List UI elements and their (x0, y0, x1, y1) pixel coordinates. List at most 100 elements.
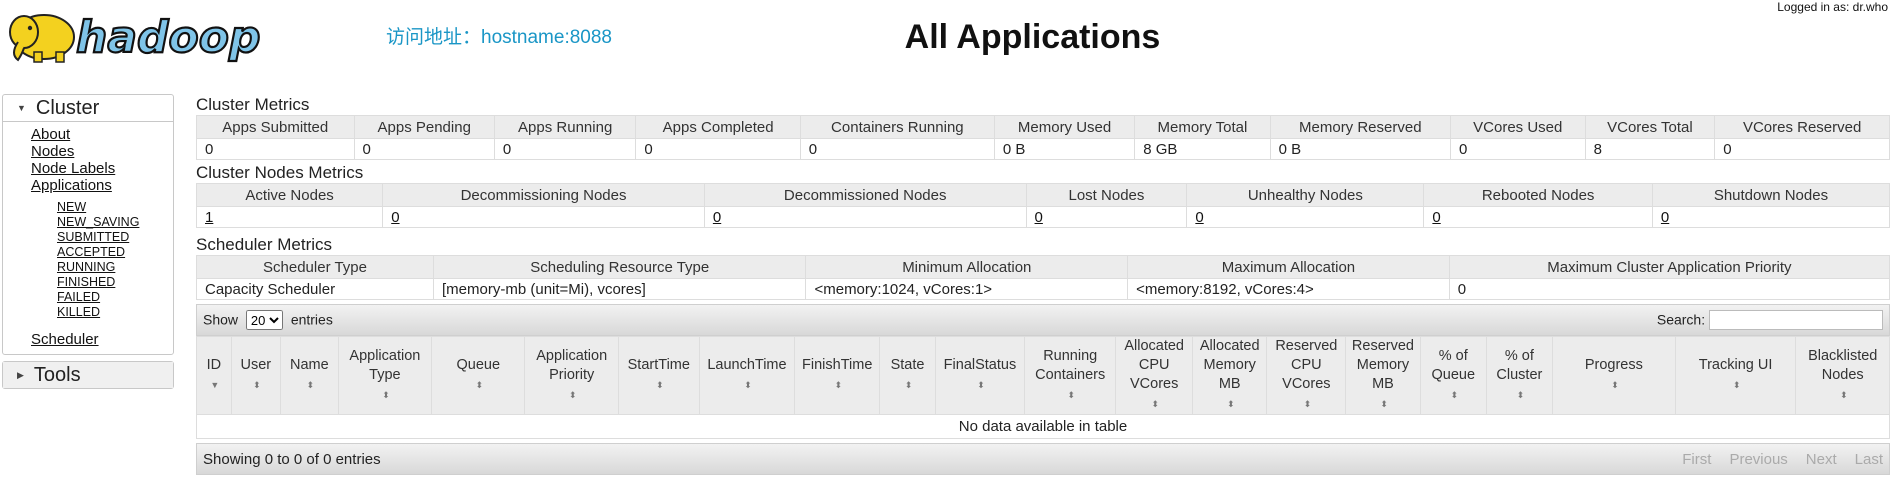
column-header-label: Containers (1035, 366, 1106, 383)
nav-state-running[interactable]: RUNNING (57, 260, 173, 275)
column-header[interactable]: Queue ⬍ (431, 336, 526, 415)
nav-state-accepted[interactable]: ACCEPTED (57, 245, 173, 260)
sort-icon[interactable]: ⬍ (253, 376, 261, 395)
nodes_metrics-value-link[interactable]: 0 (1035, 209, 1043, 226)
column-header-label: % of (1438, 347, 1468, 364)
column-header[interactable]: Progress ⬍ (1551, 336, 1676, 415)
sort-icon[interactable]: ⬍ (977, 376, 985, 395)
column-header[interactable]: % of Queue ⬍ (1419, 336, 1487, 415)
column-header[interactable]: Application Priority ⬍ (524, 336, 619, 415)
column-header[interactable]: % of Cluster ⬍ (1485, 336, 1553, 415)
cluster-nav-header[interactable]: ▼ Cluster (3, 95, 173, 122)
pager-next-button[interactable]: Next (1806, 451, 1837, 468)
column-header[interactable]: LaunchTime ⬍ (698, 336, 796, 415)
page-size-select[interactable]: 20 (245, 310, 283, 330)
triangle-down-icon: ▼ (17, 103, 26, 113)
column-header[interactable]: Running Containers ⬍ (1024, 336, 1117, 415)
cluster_metrics-value: 0 (1449, 138, 1586, 160)
table-controls-bar: Show 20 entries Search: (196, 304, 1890, 336)
nav-link-about[interactable]: About (31, 126, 173, 143)
column-header[interactable]: Reserved CPU VCores ⬍ (1266, 336, 1347, 415)
nodes_metrics-value-link[interactable]: 0 (1432, 209, 1440, 226)
search-input[interactable] (1709, 310, 1883, 330)
column-header[interactable]: Tracking UI ⬍ (1674, 336, 1797, 415)
nodes_metrics-header: Active Nodes (195, 183, 384, 207)
column-header[interactable]: Application Type ⬍ (337, 336, 433, 415)
nodes_metrics-value-link[interactable]: 0 (713, 209, 721, 226)
column-header[interactable]: ID ▼ (196, 336, 232, 415)
sort-icon[interactable]: ⬍ (476, 376, 484, 395)
column-header-label: LaunchTime (707, 357, 787, 373)
sort-icon[interactable]: ⬍ (1380, 395, 1388, 414)
sort-icon[interactable]: ⬍ (1151, 395, 1159, 414)
column-header-label: Name (289, 357, 329, 373)
nodes-metrics-title: Cluster Nodes Metrics (196, 163, 364, 182)
sort-icon[interactable]: ⬍ (1517, 386, 1525, 405)
column-header[interactable]: Reserved Memory MB ⬍ (1345, 336, 1421, 415)
column-header[interactable]: Blacklisted Nodes ⬍ (1795, 336, 1890, 415)
cluster_metrics-header: Apps Completed (635, 115, 801, 139)
column-header-label: StartTime (627, 357, 690, 373)
sort-icon[interactable]: ⬍ (905, 376, 913, 395)
cluster_metrics-header: Memory Used (993, 115, 1136, 139)
page-title: All Applications (904, 18, 1161, 56)
nodes_metrics-header: Shutdown Nodes (1651, 183, 1891, 207)
nodes_metrics-value-link[interactable]: 1 (205, 209, 213, 226)
cluster_metrics-header: VCores Reserved (1714, 115, 1890, 139)
tools-nav-header[interactable]: ▶ Tools (3, 362, 173, 388)
nav-link-nodes[interactable]: Nodes (31, 143, 173, 160)
sort-icon[interactable]: ⬍ (744, 376, 752, 395)
nodes_metrics-value-link[interactable]: 0 (1195, 209, 1203, 226)
column-header-label: Progress (1584, 357, 1643, 373)
pager-previous-button[interactable]: Previous (1729, 451, 1787, 468)
sort-icon[interactable]: ⬍ (1733, 376, 1741, 395)
nav-state-killed[interactable]: KILLED (57, 305, 173, 320)
nodes_metrics-header: Rebooted Nodes (1423, 183, 1653, 207)
scheduler_metrics-header: Maximum Cluster Application Priority (1448, 255, 1891, 279)
nav-state-submitted[interactable]: SUBMITTED (57, 230, 173, 245)
column-header[interactable]: Allocated Memory MB ⬍ (1191, 336, 1268, 415)
cluster_metrics-header-row: Apps Submitted Apps Pending Apps Running Ap… (196, 115, 1890, 139)
pager-last-button[interactable]: Last (1855, 451, 1883, 468)
sort-icon[interactable]: ⬍ (1611, 376, 1619, 395)
nodes_metrics-header: Unhealthy Nodes (1186, 183, 1425, 207)
sort-icon[interactable]: ⬍ (307, 376, 315, 395)
sort-icon[interactable]: ⬍ (382, 386, 390, 405)
nav-link-node-labels[interactable]: Node Labels (31, 160, 173, 177)
nav-state-new[interactable]: NEW (57, 200, 173, 215)
applications-table: ID ▼ User ⬍ Name ⬍ Application Type ⬍ Queue ⬍ Appli… (196, 336, 1890, 439)
nav-link-applications[interactable]: Applications (31, 177, 173, 194)
column-header[interactable]: Allocated CPU VCores ⬍ (1115, 336, 1193, 415)
column-header[interactable]: StartTime ⬍ (617, 336, 700, 415)
cluster_metrics-header: VCores Total (1584, 115, 1716, 139)
column-header[interactable]: Name ⬍ (279, 336, 339, 415)
column-header[interactable]: FinishTime ⬍ (794, 336, 881, 415)
show-label: Show (203, 311, 239, 328)
cluster-nav-label: Cluster (35, 96, 100, 119)
sort-icon[interactable]: ▼ (210, 376, 219, 395)
sort-icon[interactable]: ⬍ (834, 376, 842, 395)
nodes_metrics-value-link[interactable]: 0 (391, 209, 399, 226)
column-header-label: CPU (1291, 357, 1322, 373)
sort-icon[interactable]: ⬍ (1304, 395, 1312, 414)
sort-icon[interactable]: ⬍ (569, 386, 577, 405)
column-header[interactable]: FinalStatus ⬍ (934, 336, 1026, 415)
nodes_metrics-value-link[interactable]: 0 (1661, 209, 1669, 226)
tools-nav-label: Tools (33, 363, 81, 386)
sort-icon[interactable]: ⬍ (656, 376, 664, 395)
sort-icon[interactable]: ⬍ (1227, 395, 1235, 414)
column-header[interactable]: User ⬍ (230, 336, 281, 415)
nav-link-scheduler[interactable]: Scheduler (31, 331, 173, 348)
pager-first-button[interactable]: First (1682, 451, 1711, 468)
nav-state-finished[interactable]: FINISHED (57, 275, 173, 290)
nav-state-failed[interactable]: FAILED (57, 290, 173, 305)
sort-icon[interactable]: ⬍ (1840, 386, 1848, 405)
nodes_metrics-value: 0 (382, 206, 705, 228)
cluster_metrics-header: VCores Used (1449, 115, 1586, 139)
sort-icon[interactable]: ⬍ (1451, 386, 1459, 405)
column-header[interactable]: State ⬍ (879, 336, 936, 415)
nav-state-new_saving[interactable]: NEW_SAVING (57, 215, 173, 230)
page-size-control: Show 20 entries (203, 310, 333, 330)
sort-icon[interactable]: ⬍ (1067, 386, 1075, 405)
scheduler_metrics-header: Scheduling Resource Type (433, 255, 807, 279)
